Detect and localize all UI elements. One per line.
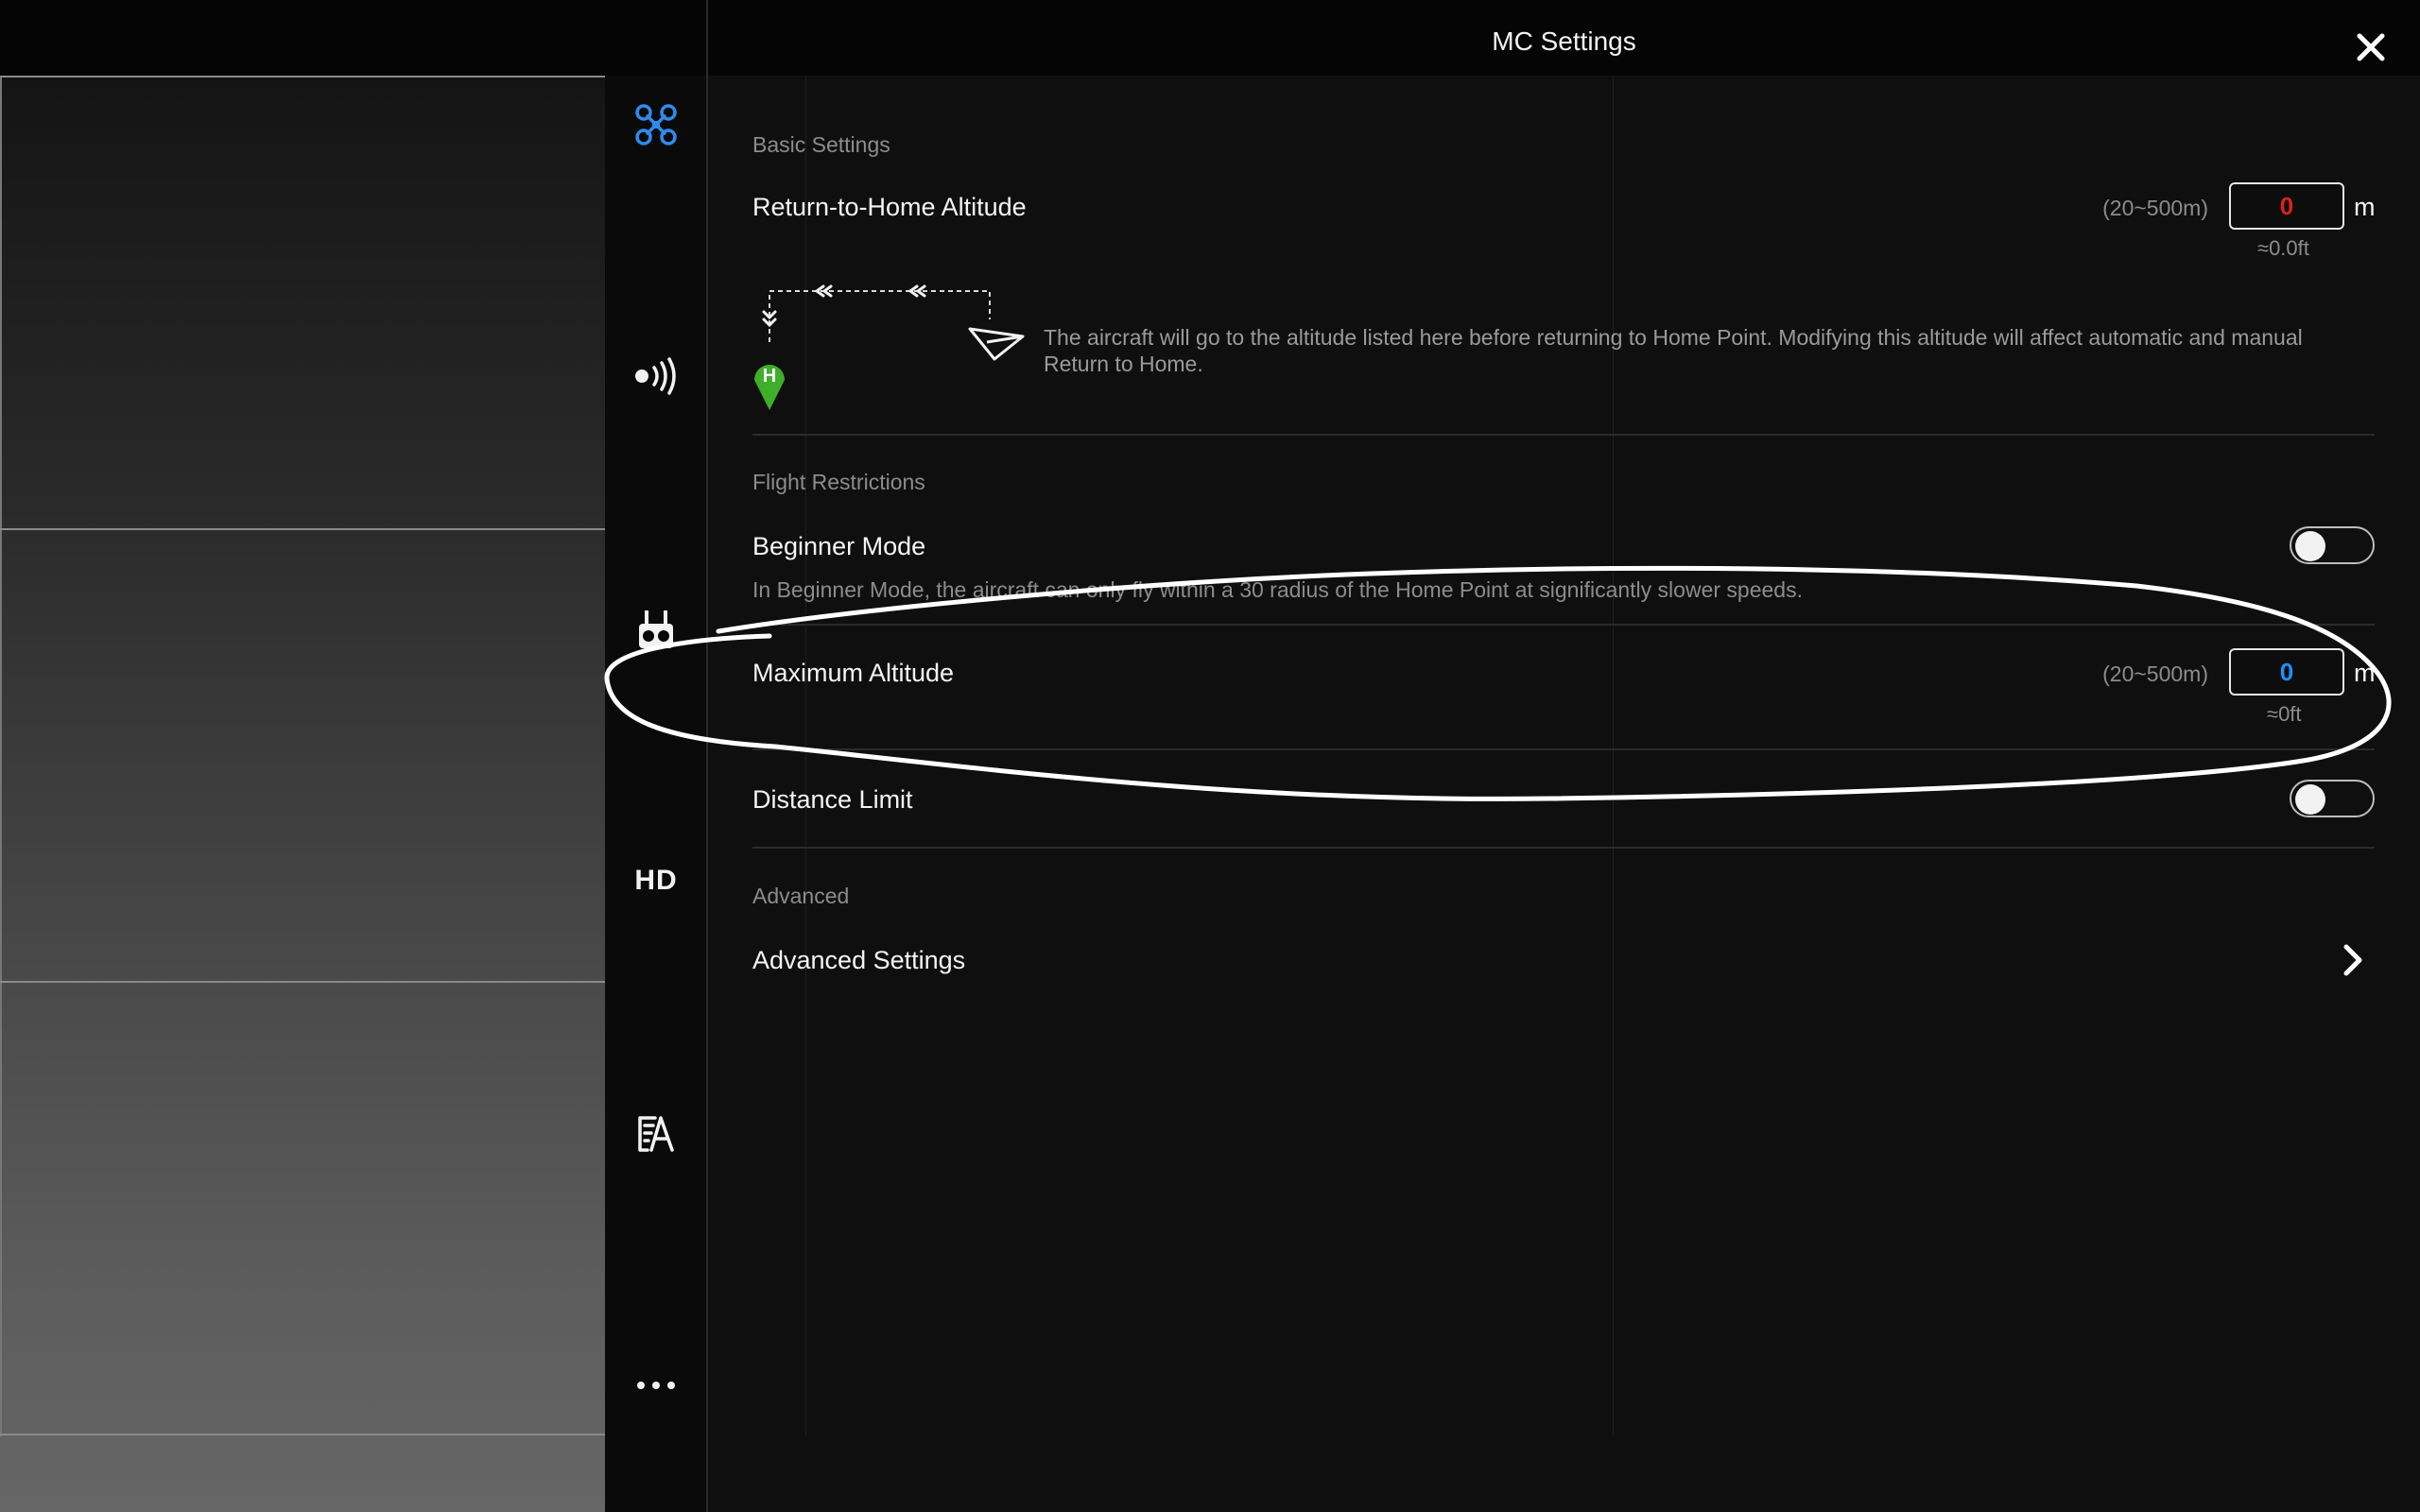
rth-altitude-unit: m — [2354, 193, 2376, 221]
distance-limit-toggle[interactable] — [2290, 780, 2375, 817]
beginner-mode-toggle[interactable] — [2290, 526, 2375, 564]
page-title: MC Settings — [1492, 26, 1636, 56]
close-button[interactable] — [2352, 28, 2390, 66]
tab-checklist[interactable] — [605, 1096, 707, 1172]
hd-icon: HD — [634, 865, 678, 896]
view-divider — [0, 528, 605, 530]
view-divider — [0, 981, 605, 983]
toggle-knob — [2295, 784, 2325, 815]
view-divider — [0, 1434, 605, 1435]
close-icon — [2357, 33, 2385, 61]
view-border — [0, 76, 2, 1436]
checklist-icon — [638, 1116, 674, 1152]
rth-description: The aircraft will go to the altitude lis… — [1044, 325, 2303, 376]
chevron-right-icon — [2343, 944, 2362, 976]
tab-signal[interactable] — [605, 338, 707, 414]
advanced-settings-button[interactable] — [2339, 941, 2367, 979]
remote-controller-icon — [639, 610, 673, 648]
section-advanced: Advanced — [752, 884, 850, 908]
panel-gridline — [1613, 76, 1614, 1436]
divider — [752, 624, 2375, 626]
max-altitude-input[interactable]: 0 — [2229, 648, 2344, 696]
tab-aircraft[interactable] — [605, 87, 707, 163]
rth-altitude-input[interactable]: 0 — [2229, 182, 2344, 230]
camera-view-area — [0, 76, 605, 1512]
settings-side-rail — [605, 76, 707, 1512]
max-altitude-approx: ≈0ft — [2267, 702, 2302, 726]
more-icon — [637, 1382, 675, 1389]
advanced-settings-label[interactable]: Advanced Settings — [752, 946, 965, 975]
max-altitude-unit: m — [2354, 659, 2376, 687]
divider — [752, 847, 2375, 849]
rth-altitude-range: (20~500m) — [2102, 196, 2208, 220]
beginner-mode-description: In Beginner Mode, the aircraft can only … — [752, 577, 1803, 602]
section-flight-restrictions: Flight Restrictions — [752, 470, 925, 494]
divider — [752, 748, 2375, 750]
tab-remote-controller[interactable] — [605, 592, 707, 667]
view-divider — [0, 76, 605, 77]
tab-more[interactable] — [605, 1348, 707, 1423]
paper-plane-icon — [968, 327, 1025, 361]
rth-altitude-label: Return-to-Home Altitude — [752, 193, 1027, 221]
svg-text:H: H — [763, 366, 776, 387]
signal-icon — [635, 357, 676, 395]
beginner-mode-label: Beginner Mode — [752, 532, 926, 560]
max-altitude-label: Maximum Altitude — [752, 659, 955, 687]
distance-limit-label: Distance Limit — [752, 785, 913, 814]
rth-altitude-approx: ≈0.0ft — [2257, 236, 2309, 260]
tab-hd[interactable]: HD — [605, 843, 707, 919]
toggle-knob — [2295, 531, 2325, 561]
divider — [752, 434, 2375, 436]
max-altitude-range: (20~500m) — [2102, 662, 2208, 686]
rth-diagram: H — [754, 284, 1025, 410]
section-basic-settings: Basic Settings — [752, 132, 890, 157]
aircraft-icon — [635, 104, 677, 146]
